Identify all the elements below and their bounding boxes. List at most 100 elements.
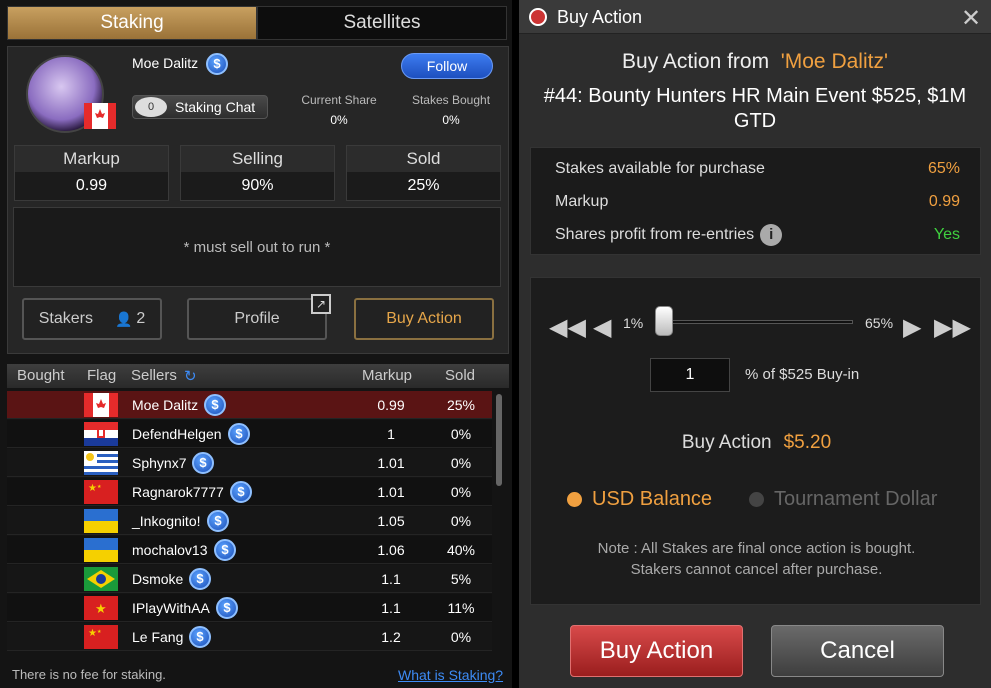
markup-column-header[interactable]: Markup [362,367,412,384]
table-row[interactable]: Dsmoke $1.1 5% [7,565,492,593]
china-flag-icon: ★ ★ [84,480,118,504]
player-profile-panel: Moe Dalitz $ Follow 0 Staking Chat Curre… [7,46,509,354]
row-markup: 1.01 [377,455,405,471]
croatia-flag-icon [84,422,118,446]
row-markup: 1.06 [377,542,405,558]
sold-value: 25% [407,177,440,194]
markup-value: 0.99 [75,177,108,194]
fast-forward-icon[interactable]: ▶▶ [934,313,971,342]
available-value: 65% [927,160,960,177]
staking-badge-icon: $ [214,539,236,561]
brazil-flag-icon [84,567,118,591]
percent-slider-track[interactable] [663,320,853,324]
seller-name: Le Fang [132,629,184,645]
stakers-button[interactable]: Stakers 👤 2 [22,298,162,340]
selling-value: 90% [241,177,274,194]
staking-badge-icon: $ [204,394,226,416]
seller-name: Moe Dalitz [132,397,199,413]
bought-column-header[interactable]: Bought [17,367,65,384]
sellers-column-header[interactable]: Sellers [131,367,177,384]
current-share-stat: Current Share 0% [294,93,384,127]
row-sold: 0% [450,629,472,645]
confirm-buy-action-button[interactable]: Buy Action [570,625,743,677]
current-share-value: 0% [330,113,348,127]
canada-flag-icon [84,393,118,417]
row-sold: 5% [450,571,472,587]
table-row[interactable]: ★ ★ Le Fang $1.2 0% [7,623,492,651]
seller-name: DefendHelgen [132,426,222,442]
event-title: #44: Bounty Hunters HR Main Event $525, … [543,85,967,132]
profile-label: Profile [234,310,280,327]
table-row[interactable]: mochalov13 $1.06 40% [7,536,492,564]
buy-action-button[interactable]: Buy Action [354,298,494,340]
profile-button[interactable]: Profile ↗ [187,294,331,340]
stakes-bought-value: 0% [442,113,460,127]
tournament-dollar-radio[interactable]: Tournament Dollar [749,488,937,511]
note-line-1: Note : All Stakes are final once action … [597,540,916,557]
buy-action-amount-label: Buy Action [681,432,772,453]
info-icon[interactable]: i [760,224,783,246]
staking-badge-icon: $ [189,626,211,648]
table-row[interactable]: _Inkognito! $1.05 0% [7,507,492,535]
svg-text:★: ★ [97,484,102,490]
buy-from-name: 'Moe Dalitz' [780,50,888,73]
tab-satellites[interactable]: Satellites [257,6,507,40]
buy-from-heading: Buy Action from 'Moe Dalitz' [519,50,991,74]
no-fee-text: There is no fee for staking. [12,667,166,682]
buy-action-amount-value: $5.20 [783,432,832,453]
row-sold: 25% [446,397,476,413]
row-markup: 1.1 [381,600,401,616]
final-stakes-note: Note : All Stakes are final once action … [531,538,982,580]
staking-badge-icon: $ [228,423,250,445]
sellers-list: Moe Dalitz $0.99 25% DefendHelgen $1 0% Sphynx… [7,391,509,661]
seller-name: _Inkognito! [132,513,201,529]
table-row[interactable]: ★ ★ Ragnarok7777 $1.01 0% [7,478,492,506]
reentry-label: Shares profit from re-entries [555,226,755,244]
reentry-value: Yes [933,226,960,243]
tournament-dollar-label: Tournament Dollar [774,488,938,510]
buy-action-dialog: Buy Action ✕ Buy Action from 'Moe Dalitz… [519,0,991,688]
buy-controls-panel: ◀◀ ◀ 1% 65% ▶ ▶▶ % of $525 Buy-in Buy Ac… [530,277,981,605]
follow-button[interactable]: Follow [401,53,493,79]
percent-slider-thumb[interactable] [655,306,673,336]
close-icon[interactable]: ✕ [961,4,981,33]
available-label: Stakes available for purchase [555,160,765,177]
step-back-icon[interactable]: ◀ [593,313,611,342]
radio-unselected-icon [749,492,764,508]
table-row[interactable]: Moe Dalitz $0.99 25% [7,391,492,419]
fast-rewind-icon[interactable]: ◀◀ [549,313,586,342]
step-forward-icon[interactable]: ▶ [903,313,921,342]
table-scrollbar[interactable] [496,394,502,486]
row-sold: 11% [447,600,475,616]
table-row[interactable]: Sphynx7 $1.01 0% [7,449,492,477]
percent-input[interactable] [650,358,730,392]
flag-column-header[interactable]: Flag [87,367,116,384]
markup-label: Markup [15,146,168,172]
refresh-icon[interactable]: ↻ [184,367,197,385]
usd-balance-radio[interactable]: USD Balance [567,488,712,511]
sold-column-header[interactable]: Sold [445,367,475,384]
tab-staking[interactable]: Staking [7,6,257,40]
stakes-bought-stat: Stakes Bought 0% [406,93,496,127]
row-markup: 1.1 [381,571,401,587]
row-markup: 1 [387,426,395,442]
staking-badge-icon: $ [207,510,229,532]
panel-divider [512,0,519,688]
usd-balance-label: USD Balance [592,488,713,510]
staking-chat-button[interactable]: 0 Staking Chat [132,95,268,119]
stakers-label: Stakers [38,310,93,327]
percent-buyin-label: % of $525 Buy-in [745,366,860,383]
table-row[interactable]: DefendHelgen $1 0% [7,420,492,448]
slider-min-label: 1% [623,315,644,331]
staking-badge-icon: $ [192,452,214,474]
ukraine-flag-icon [84,509,118,533]
reentry-row: Shares profit from re-entries i [555,224,783,246]
player-name: Moe Dalitz [132,55,199,71]
row-sold: 40% [446,542,476,558]
ukraine-flag-icon [84,538,118,562]
table-row[interactable]: ★ IPlayWithAA $1.1 11% [7,594,492,622]
sold-label: Sold [347,146,500,172]
stakes-bought-label: Stakes Bought [411,93,491,107]
cancel-button[interactable]: Cancel [771,625,944,677]
what-is-staking-link[interactable]: What is Staking? [398,667,503,683]
